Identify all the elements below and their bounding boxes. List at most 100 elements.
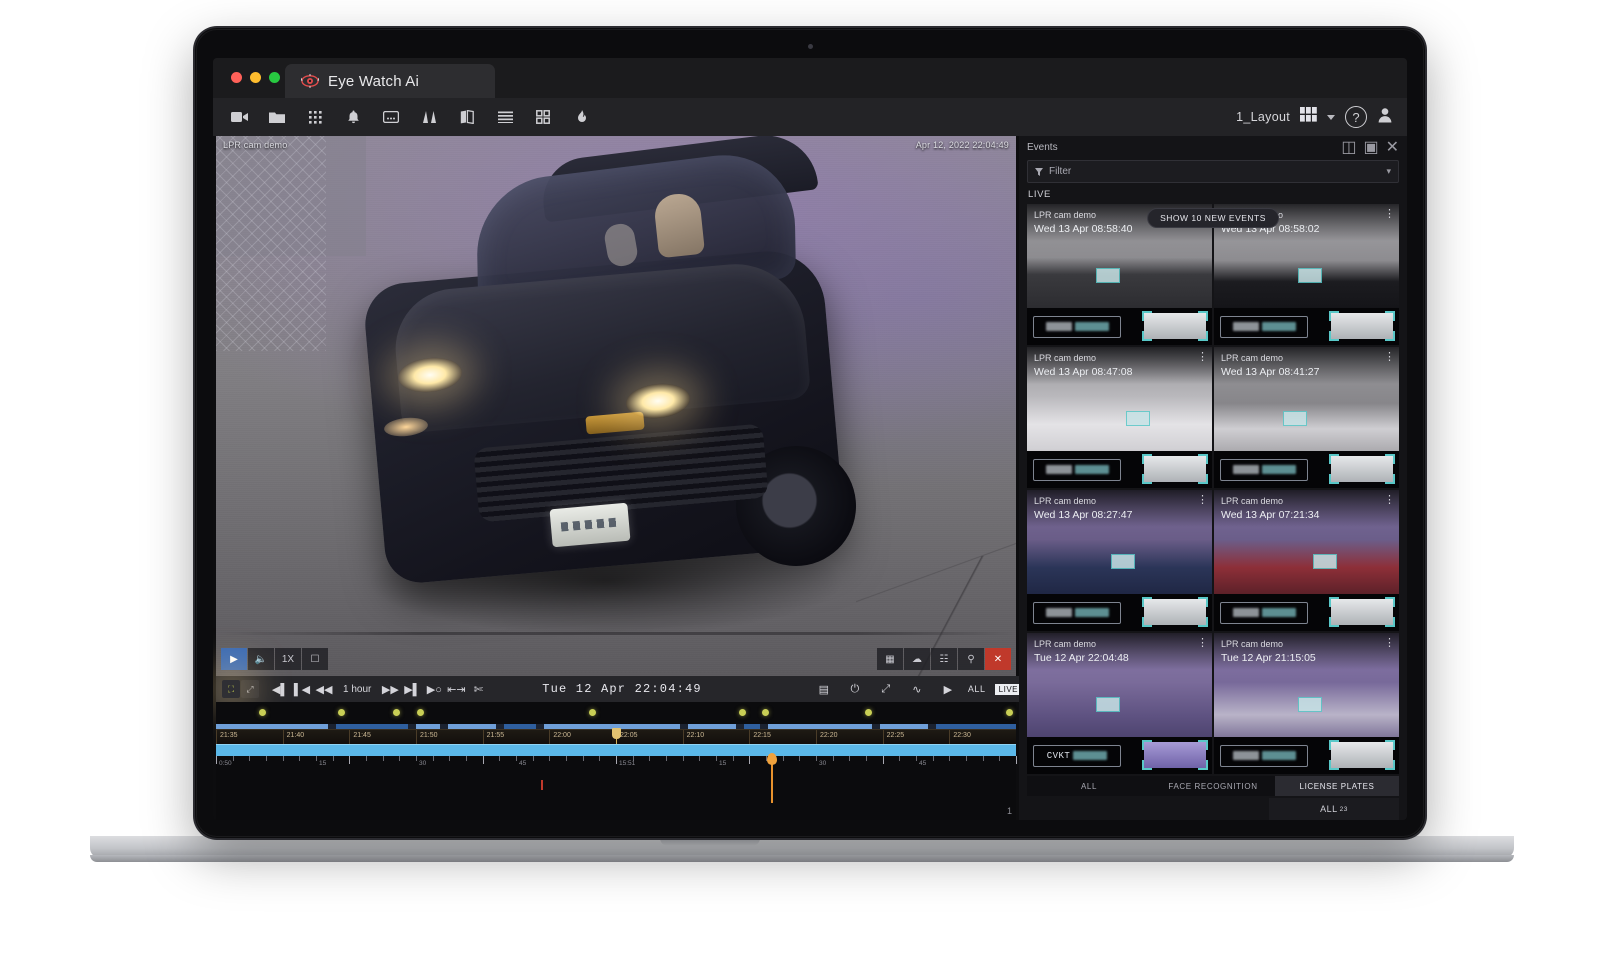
timeline-event-markers[interactable]	[216, 702, 1016, 724]
timeline-event-marker[interactable]	[738, 709, 746, 716]
play-icon[interactable]: ▶	[221, 648, 247, 670]
event-card-menu-icon[interactable]: ⋮	[1197, 495, 1208, 506]
help-circle-icon[interactable]: ?	[1345, 106, 1367, 128]
magnifier-icon[interactable]: ⚲	[958, 648, 984, 670]
app-tab[interactable]: Eye Watch Ai	[285, 64, 495, 98]
playback-duration-label[interactable]: 1 hour	[335, 684, 379, 695]
scissors-icon[interactable]: ✄	[467, 678, 489, 700]
rewind-icon[interactable]: ◀◀	[313, 678, 335, 700]
timeline-event-marker[interactable]	[337, 709, 345, 716]
timeline-event-marker[interactable]	[416, 709, 424, 716]
expand-corners-icon[interactable]: ⏻	[844, 678, 866, 700]
skip-end-icon[interactable]: ▶○	[423, 678, 445, 700]
cloud-icon[interactable]: ☁	[904, 648, 930, 670]
speed-1x-button[interactable]: 1X	[275, 648, 301, 670]
show-new-events-banner[interactable]: SHOW 10 NEW EVENTS	[1147, 208, 1279, 228]
ptz-frame-icon[interactable]: ☐	[302, 648, 328, 670]
fast-forward-icon[interactable]: ▶▶	[379, 678, 401, 700]
detected-plate-box	[1313, 554, 1336, 568]
speaker-mute-icon[interactable]: 🔈	[248, 648, 274, 670]
event-card[interactable]: LPR cam demo Wed 13 Apr 08:47:08 ⋮	[1027, 347, 1212, 488]
event-card-menu-icon[interactable]: ⋮	[1384, 352, 1395, 363]
video-camera-icon[interactable]	[221, 102, 257, 132]
plate-characters: CVKT	[1046, 750, 1071, 761]
close-window-button[interactable]	[231, 72, 242, 83]
minimize-window-button[interactable]	[250, 72, 261, 83]
timeline-event-marker[interactable]	[762, 709, 770, 716]
event-card-menu-icon[interactable]: ⋮	[1384, 209, 1395, 220]
event-card[interactable]: LPR cam demo Tue 12 Apr 21:15:05 ⋮	[1214, 633, 1399, 774]
event-card-menu-icon[interactable]: ⋮	[1384, 638, 1395, 649]
plate-blur	[1232, 608, 1259, 617]
event-card-menu-icon[interactable]: ⋮	[1197, 352, 1208, 363]
skip-start-icon[interactable]: ◀▌	[269, 678, 291, 700]
live-badge[interactable]: LIVE	[994, 683, 1022, 695]
new-tab-icon[interactable]: ◫	[1341, 137, 1356, 157]
grid-dots-icon[interactable]	[297, 102, 333, 132]
bell-icon[interactable]	[335, 102, 371, 132]
timeline-sub-ruler[interactable]: 0:50 15 30 45 15:51 15 30 45	[216, 756, 1017, 768]
playhead-knob-icon[interactable]	[612, 728, 621, 739]
panel-toggle-icon[interactable]: ▣	[1363, 137, 1378, 157]
flame-icon[interactable]	[563, 102, 599, 132]
events-tabs[interactable]: ALL FACE RECOGNITION LICENSE PLATES	[1027, 776, 1399, 796]
window-traffic-lights[interactable]	[231, 72, 280, 83]
close-x-icon[interactable]: ✕	[985, 648, 1011, 670]
caret-icon[interactable]: ▾	[1386, 166, 1391, 177]
timeline-playhead[interactable]	[612, 728, 621, 744]
grid-zoom-icon[interactable]: ☷	[931, 648, 957, 670]
image-icon[interactable]: ▦	[877, 648, 903, 670]
events-all-counter[interactable]: ALL 23	[1269, 798, 1399, 820]
user-avatar-icon[interactable]	[1377, 107, 1393, 128]
timeline-event-marker[interactable]	[864, 709, 872, 716]
four-squares-icon[interactable]	[525, 102, 561, 132]
events-all-count: 23	[1339, 805, 1348, 813]
car-icon[interactable]: ⛶	[222, 680, 240, 698]
mark-selection-icon[interactable]: ⇤⇥	[445, 678, 467, 700]
timeline-ruler[interactable]: 21:35 21:40 21:45 21:50 21:55 22:00 22:05 22:10…	[216, 728, 1016, 744]
chart-columns-icon[interactable]	[411, 102, 447, 132]
close-x-icon[interactable]: ✕	[1386, 137, 1399, 157]
events-tab-face-recognition[interactable]: FACE RECOGNITION	[1151, 776, 1275, 796]
prev-chunk-icon[interactable]: ▌◀	[291, 678, 313, 700]
event-card[interactable]: LPR cam demo Wed 13 Apr 08:41:27 ⋮	[1214, 347, 1399, 488]
events-filter-label: Filter	[1049, 166, 1072, 177]
event-card[interactable]: LPR cam demo Tue 12 Apr 22:04:48 ⋮ CVKT	[1027, 633, 1212, 774]
sync-icon[interactable]: ⤢	[241, 680, 259, 698]
playhead-handle-icon[interactable]	[767, 753, 777, 765]
event-card-menu-icon[interactable]: ⋮	[1197, 638, 1208, 649]
events-tab-license-plates[interactable]: LICENSE PLATES	[1275, 776, 1399, 796]
folder-icon[interactable]	[259, 102, 295, 132]
video-tile[interactable]: LPR cam demo Apr 12, 2022 22:04:49 ▶ 🔈 1…	[216, 136, 1016, 676]
sub-ruler-tick	[666, 756, 667, 761]
timeline-event-marker[interactable]	[392, 709, 400, 716]
toolbar-icon-group	[213, 102, 599, 132]
sub-ruler-tick	[316, 756, 317, 761]
timeline-event-marker[interactable]	[589, 709, 597, 716]
pulse-icon[interactable]: ∿	[906, 678, 928, 700]
calendar-icon[interactable]: ▤	[813, 678, 835, 700]
bookmark-card-icon[interactable]	[373, 102, 409, 132]
timeline-event-marker[interactable]	[259, 709, 267, 716]
fullscreen-icon[interactable]: ⤢	[875, 678, 897, 700]
zoom-window-button[interactable]	[269, 72, 280, 83]
chevron-down-icon[interactable]	[1327, 114, 1335, 120]
timeline[interactable]: 21:35 21:40 21:45 21:50 21:55 22:00 22:05 22:10…	[216, 702, 1017, 820]
timeline-playhead-secondary[interactable]	[767, 753, 777, 803]
events-filter-input[interactable]: Filter ▾	[1027, 160, 1399, 183]
sub-ruler-tick	[466, 756, 467, 761]
play-triangle-icon[interactable]: ▶	[937, 678, 959, 700]
event-card[interactable]: LPR cam demo Wed 13 Apr 07:21:34 ⋮	[1214, 490, 1399, 631]
map-icon[interactable]	[449, 102, 485, 132]
event-card[interactable]: LPR cam demo Wed 13 Apr 08:27:47 ⋮	[1027, 490, 1212, 631]
layout-grid-icon[interactable]	[1300, 107, 1317, 127]
playback-all-label[interactable]: ALL	[968, 684, 986, 694]
timeline-event-marker[interactable]	[1006, 709, 1013, 716]
timeline-zoom-bar[interactable]	[216, 744, 1016, 756]
next-chunk-icon[interactable]: ▶▌	[401, 678, 423, 700]
events-tab-all[interactable]: ALL	[1027, 776, 1151, 796]
event-card-menu-icon[interactable]: ⋮	[1384, 495, 1395, 506]
events-card-grid[interactable]: LPR cam demoWed 13 Apr 08:58:40⋮LPR cam …	[1027, 204, 1399, 774]
list-lines-icon[interactable]	[487, 102, 523, 132]
timeline-tick: 21:40	[282, 730, 304, 744]
